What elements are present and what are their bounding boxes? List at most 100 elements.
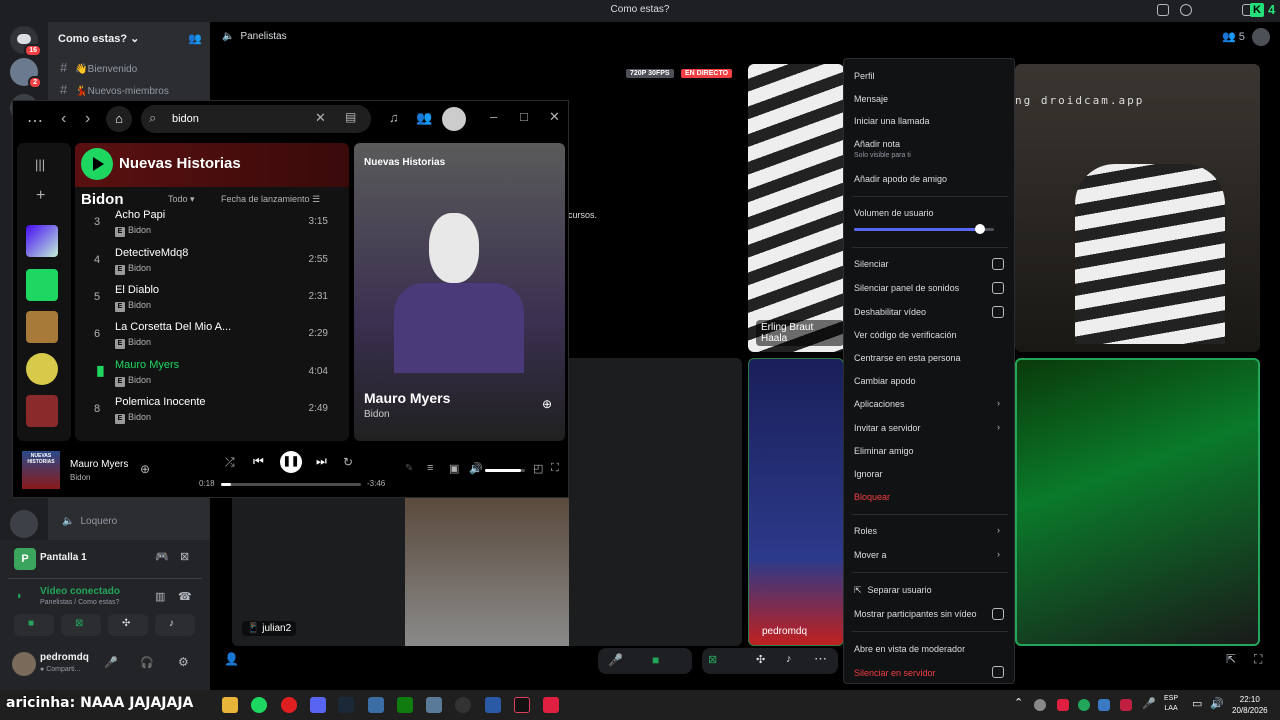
menu-item-change-nickname[interactable]: Cambiar apodo [854,376,916,386]
app-icon[interactable] [368,697,384,713]
microphone-icon[interactable]: 🎤 [104,656,118,669]
menu-item-move[interactable]: Mover a [854,550,887,560]
forward-icon[interactable]: › [85,110,90,128]
fullscreen-icon[interactable]: ⛶ [551,462,559,475]
video-tile[interactable]: ng droidcam.app [1015,64,1260,352]
track-title[interactable]: La Corsetta Del Mio A... [115,321,231,333]
disable-video-checkbox[interactable] [992,306,1004,318]
menu-item-message[interactable]: Mensaje [854,94,888,104]
steam-tray-icon[interactable] [1098,699,1110,711]
library-icon[interactable]: ||| [35,157,45,172]
track-row[interactable]: 5 El Diablo E Bidon 2:31 [82,284,348,321]
obs-icon[interactable] [455,697,471,713]
language-indicator[interactable]: ESP LAA [1164,694,1178,714]
gear-icon[interactable]: ⚙ [178,655,189,669]
video-tile-speaking[interactable] [1015,358,1260,646]
app-icon[interactable] [426,697,442,713]
activities-icon[interactable]: ✣ [756,653,765,666]
app-icon[interactable] [485,697,501,713]
liked-songs-icon[interactable] [26,225,58,257]
progress-bar[interactable] [221,483,361,486]
menu-item-separate[interactable]: ⇱ Separar usuario [854,585,932,596]
menu-item-disable-video[interactable]: Deshabilitar vídeo [854,307,926,317]
avatar[interactable] [442,107,466,131]
mini-player-icon[interactable]: ◰ [533,462,543,475]
channel-item[interactable]: # 👋Bienvenido [60,60,137,75]
avatar[interactable] [1252,28,1270,46]
menu-item-block[interactable]: Bloquear [854,492,890,502]
menu-item-moderator-view[interactable]: Abre en vista de moderador [854,644,965,654]
now-playing-cover[interactable]: NUEVAS HISTORIAS [22,451,60,489]
fullscreen-icon[interactable]: ⛶ [1254,652,1262,667]
network-icon[interactable]: ▭ [1192,697,1202,710]
menu-item-ignore[interactable]: Ignorar [854,469,883,479]
menu-item-add-note[interactable]: Añadir nota [854,139,900,149]
connection-channel[interactable]: Panelistas / Como estas? [40,599,119,606]
menu-item-verification-code[interactable]: Ver código de verificación [854,330,957,340]
inbox-icon[interactable] [1157,4,1169,16]
menu-item-remove-friend[interactable]: Eliminar amigo [854,446,914,456]
direct-messages-icon[interactable]: 16 [10,26,42,57]
volume-slider[interactable] [485,469,525,472]
mute-checkbox[interactable] [992,258,1004,270]
activities-button[interactable]: ✣ [108,614,148,636]
chevron-up-icon[interactable]: ⌃ [1014,696,1023,709]
lyrics-icon[interactable]: ✎ [405,463,413,474]
video-tile[interactable]: Erling Braut Haala [748,64,844,352]
play-button[interactable] [81,148,113,180]
tray-icon[interactable] [1120,699,1132,711]
menu-item-friend-nickname[interactable]: Añadir apodo de amigo [854,174,947,184]
previous-icon[interactable]: ⏮ [253,454,264,469]
pause-button[interactable]: ❚❚ [280,451,302,473]
sort-dropdown[interactable]: Fecha de lanzamiento ☰ [221,194,320,205]
player-title[interactable]: Mauro Myers [70,459,128,470]
track-title[interactable]: Mauro Myers [115,359,179,371]
gamepad-icon[interactable]: 🎮 [155,550,169,563]
opera-icon[interactable] [281,697,297,713]
microphone-tray-icon[interactable]: 🎤 [1142,697,1156,710]
username[interactable]: pedromdq [40,652,89,663]
add-user-icon[interactable]: 👤 [224,652,239,666]
soundboard-button[interactable]: ♪ [155,614,195,636]
more-icon[interactable]: ⋯ [814,651,827,667]
add-to-library-icon[interactable]: ⊕ [542,397,552,411]
playlist-cover[interactable] [26,395,58,427]
mute-soundboard-checkbox[interactable] [992,282,1004,294]
close-stream-icon[interactable]: ⊠ [180,550,189,563]
menu-item-mute-soundboard[interactable]: Silenciar panel de sonidos [854,283,959,293]
close-icon[interactable]: ✕ [549,109,560,125]
back-icon[interactable]: ‹ [61,110,66,128]
app-icon[interactable] [543,697,559,713]
screen-share-icon[interactable]: ⊠ [708,653,717,666]
add-icon[interactable]: ⊕ [140,462,150,476]
discord-icon[interactable] [310,697,326,713]
server-mute-checkbox[interactable] [992,666,1004,678]
popout-icon[interactable]: ⇱ [1226,652,1236,666]
track-artist[interactable]: E Bidon [115,225,151,237]
soundboard-icon[interactable]: ♪ [786,653,792,665]
browse-icon[interactable]: ▤ [345,110,356,124]
menu-item-profile[interactable]: Perfil [854,71,875,81]
video-tile[interactable]: pedromdq [748,358,844,646]
maximize-icon[interactable]: □ [520,109,528,124]
menu-item-roles[interactable]: Roles [854,526,877,536]
server-name[interactable]: Como estas? ⌄ [58,32,139,45]
menu-item-invite[interactable]: Invitar a servidor [854,423,921,433]
member-count[interactable]: 👥 5 [1222,30,1245,43]
playlist-cover[interactable] [26,311,58,343]
filter-dropdown[interactable]: Todo ▾ [168,194,195,205]
track-title[interactable]: DetectiveMdq8 [115,247,188,259]
channel-item[interactable]: # 💃Nuevos-miembros [60,82,169,97]
repeat-icon[interactable]: ↻ [343,455,353,469]
noise-suppression-icon[interactable]: ▥ [155,590,165,603]
track-artist[interactable]: E Bidon [115,412,151,424]
tray-icon[interactable] [1034,699,1046,711]
tray-icon[interactable] [1057,699,1069,711]
camera-icon[interactable]: ■ [652,653,659,667]
queue-icon[interactable]: ≡ [427,462,433,474]
next-icon[interactable]: ⏭ [316,454,327,469]
add-member-icon[interactable]: 👥 [188,32,202,45]
connection-status[interactable]: Vídeo conectado [40,586,120,597]
connect-device-icon[interactable]: ▣ [449,462,459,475]
menu-item-call[interactable]: Iniciar una llamada [854,116,930,126]
